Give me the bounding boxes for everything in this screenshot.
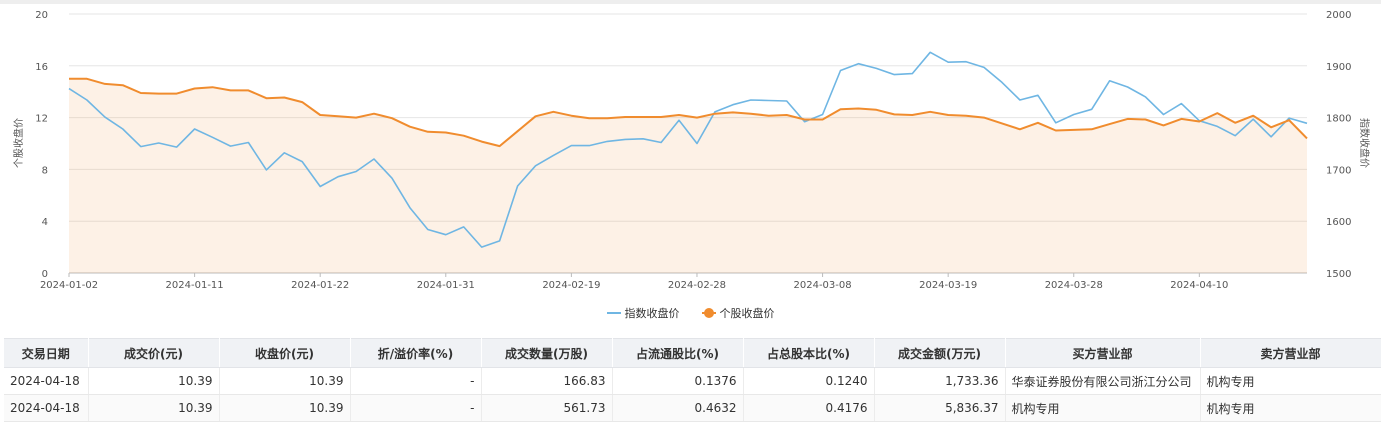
y-left-tick-label: 20: [35, 10, 48, 21]
y-right-tick-label: 1600: [1326, 217, 1351, 228]
col-header-seller[interactable]: 卖方营业部: [1200, 338, 1381, 368]
col-header-amount[interactable]: 成交金额(万元): [874, 338, 1006, 368]
cell-premium: -: [350, 367, 482, 395]
stock-area-fill: [69, 78, 1307, 273]
x-tick-label: 2024-03-08: [794, 280, 852, 291]
cell-seller: 机构专用: [1200, 394, 1381, 422]
legend-stock-marker: [701, 308, 716, 318]
cell-buyer: 机构专用: [1005, 394, 1201, 422]
cell-volume: 166.83: [481, 367, 613, 395]
cell-float-ratio: 0.1376: [612, 367, 744, 395]
y-left-axis-title: 个股收盘价: [12, 118, 25, 168]
cell-total-ratio: 0.1240: [743, 367, 875, 395]
y-right-tick-label: 2000: [1326, 10, 1351, 21]
y-left-tick-label: 12: [35, 114, 48, 125]
x-tick-label: 2024-01-22: [291, 280, 349, 291]
col-header-buyer[interactable]: 买方营业部: [1005, 338, 1201, 368]
legend-index-label: 指数收盘价: [624, 307, 680, 320]
cell-amount: 1,733.36: [874, 367, 1006, 395]
cell-volume: 561.73: [481, 394, 613, 422]
x-tick-label: 2024-03-28: [1045, 280, 1103, 291]
x-tick-label: 2024-04-10: [1170, 280, 1228, 291]
cell-amount: 5,836.37: [874, 394, 1006, 422]
x-tick-label: 2024-01-02: [40, 280, 98, 291]
col-header-float-ratio[interactable]: 占流通股比(%): [612, 338, 744, 368]
y-right-axis-title: 指数收盘价: [1358, 118, 1371, 168]
y-right-tick-label: 1900: [1326, 62, 1351, 73]
legend-stock-label: 个股收盘价: [719, 307, 775, 320]
legend-item-stock[interactable]: 个股收盘价: [701, 305, 775, 321]
x-tick-label: 2024-02-19: [542, 280, 600, 291]
cell-date: 2024-04-18: [4, 394, 89, 422]
cell-premium: -: [350, 394, 482, 422]
table-row: 2024-04-18 10.39 10.39 - 561.73 0.4632 0…: [4, 394, 1381, 422]
cell-buyer: 华泰证券股份有限公司浙江分公司: [1005, 367, 1201, 395]
y-left-tick-label: 0: [42, 269, 48, 280]
cell-float-ratio: 0.4632: [612, 394, 744, 422]
col-header-volume[interactable]: 成交数量(万股): [481, 338, 613, 368]
cell-date: 2024-04-18: [4, 367, 89, 395]
col-header-date[interactable]: 交易日期: [4, 338, 89, 368]
table-header-row: 交易日期 成交价(元) 收盘价(元) 折/溢价率(%) 成交数量(万股) 占流通…: [4, 338, 1381, 368]
cell-total-ratio: 0.4176: [743, 394, 875, 422]
block-trade-table: 交易日期 成交价(元) 收盘价(元) 折/溢价率(%) 成交数量(万股) 占流通…: [4, 338, 1381, 422]
col-header-trade-price[interactable]: 成交价(元): [88, 338, 220, 368]
y-left-tick-label: 8: [42, 165, 48, 176]
cell-trade-price: 10.39: [88, 394, 220, 422]
col-header-close-price[interactable]: 收盘价(元): [219, 338, 351, 368]
x-tick-label: 2024-01-31: [417, 280, 475, 291]
y-right-tick-label: 1500: [1326, 269, 1351, 280]
cell-close-price: 10.39: [219, 367, 351, 395]
x-tick-label: 2024-02-28: [668, 280, 726, 291]
cell-trade-price: 10.39: [88, 367, 220, 395]
price-chart: 0 4 8 12 16 20 1500 1600 1700 1800 1900 2000 个股收盘价 指数…: [12, 10, 1371, 291]
y-left-tick-label: 4: [42, 217, 48, 228]
col-header-total-ratio[interactable]: 占总股本比(%): [743, 338, 875, 368]
cell-close-price: 10.39: [219, 394, 351, 422]
y-left-tick-label: 16: [35, 62, 48, 73]
col-header-premium[interactable]: 折/溢价率(%): [350, 338, 482, 368]
cell-seller: 机构专用: [1200, 367, 1381, 395]
table-row: 2024-04-18 10.39 10.39 - 166.83 0.1376 0…: [4, 367, 1381, 395]
chart-legend: 指数收盘价 个股收盘价: [0, 305, 1381, 321]
legend-item-index[interactable]: 指数收盘价: [606, 305, 680, 321]
legend-index-marker: [606, 312, 621, 314]
y-right-tick-label: 1700: [1326, 165, 1351, 176]
y-right-tick-label: 1800: [1326, 114, 1351, 125]
x-tick-label: 2024-01-11: [166, 280, 224, 291]
x-tick-label: 2024-03-19: [919, 280, 977, 291]
